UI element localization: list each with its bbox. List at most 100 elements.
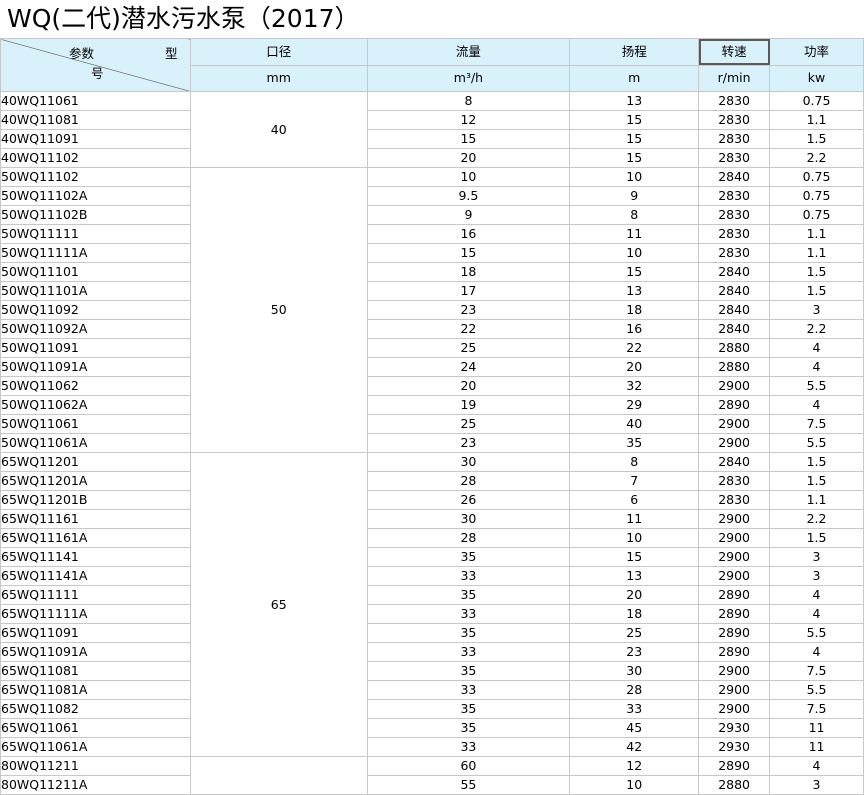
column-header-power[interactable]: 功率	[769, 38, 864, 66]
cell-power[interactable]: 4	[769, 604, 864, 624]
cell-speed[interactable]: 2840	[698, 452, 771, 472]
cell-power[interactable]: 1.1	[769, 243, 864, 263]
cell-power[interactable]: 2.2	[769, 148, 864, 168]
cell-speed[interactable]: 2830	[698, 148, 771, 168]
cell-speed[interactable]: 2900	[698, 566, 771, 586]
cell-model[interactable]: 50WQ11061	[0, 414, 191, 434]
cell-flow[interactable]: 35	[366, 699, 571, 719]
cell-power[interactable]: 5.5	[769, 376, 864, 396]
cell-flow[interactable]: 33	[366, 642, 571, 662]
cell-diameter-merged[interactable]: 50	[189, 167, 368, 453]
cell-speed[interactable]: 2830	[698, 205, 771, 225]
cell-head[interactable]: 15	[569, 148, 700, 168]
cell-model[interactable]: 65WQ11081A	[0, 680, 191, 700]
cell-model[interactable]: 50WQ11092	[0, 300, 191, 320]
cell-model[interactable]: 65WQ11201	[0, 452, 191, 472]
cell-power[interactable]: 3	[769, 566, 864, 586]
cell-model[interactable]: 50WQ11062A	[0, 395, 191, 415]
cell-power[interactable]: 4	[769, 642, 864, 662]
cell-power[interactable]: 5.5	[769, 623, 864, 643]
cell-model[interactable]: 40WQ11061	[0, 91, 191, 111]
cell-flow[interactable]: 8	[366, 91, 571, 111]
cell-speed[interactable]: 2880	[698, 357, 771, 377]
cell-flow[interactable]: 28	[366, 528, 571, 548]
cell-head[interactable]: 10	[569, 167, 700, 187]
cell-head[interactable]: 35	[569, 433, 700, 453]
cell-power[interactable]: 0.75	[769, 91, 864, 111]
cell-flow[interactable]: 15	[366, 129, 571, 149]
cell-head[interactable]: 18	[569, 300, 700, 320]
corner-header-cell[interactable]: 参数 型 号	[0, 38, 191, 92]
cell-power[interactable]: 1.5	[769, 528, 864, 548]
cell-power[interactable]: 2.2	[769, 319, 864, 339]
cell-head[interactable]: 13	[569, 91, 700, 111]
cell-head[interactable]: 30	[569, 661, 700, 681]
cell-flow[interactable]: 20	[366, 376, 571, 396]
unit-cell-diameter[interactable]: mm	[189, 64, 368, 92]
cell-model[interactable]: 80WQ11211	[0, 756, 191, 776]
cell-speed[interactable]: 2900	[698, 680, 771, 700]
cell-head[interactable]: 12	[569, 756, 700, 776]
cell-power[interactable]: 0.75	[769, 186, 864, 206]
cell-power[interactable]: 7.5	[769, 414, 864, 434]
cell-flow[interactable]: 9	[366, 205, 571, 225]
cell-model[interactable]: 80WQ11211A	[0, 775, 191, 795]
cell-power[interactable]: 4	[769, 585, 864, 605]
cell-flow[interactable]: 35	[366, 661, 571, 681]
unit-cell-speed[interactable]: r/min	[698, 64, 771, 92]
cell-power[interactable]: 1.5	[769, 262, 864, 282]
cell-flow[interactable]: 19	[366, 395, 571, 415]
cell-flow[interactable]: 60	[366, 756, 571, 776]
column-header-head[interactable]: 扬程	[569, 38, 700, 66]
cell-power[interactable]: 1.1	[769, 490, 864, 510]
cell-model[interactable]: 40WQ11091	[0, 129, 191, 149]
cell-head[interactable]: 16	[569, 319, 700, 339]
cell-model[interactable]: 50WQ11111A	[0, 243, 191, 263]
unit-cell-power[interactable]: kw	[769, 64, 864, 92]
cell-head[interactable]: 22	[569, 338, 700, 358]
cell-speed[interactable]: 2900	[698, 433, 771, 453]
cell-speed[interactable]: 2840	[698, 300, 771, 320]
cell-model[interactable]: 50WQ11102B	[0, 205, 191, 225]
cell-model[interactable]: 50WQ11062	[0, 376, 191, 396]
cell-head[interactable]: 6	[569, 490, 700, 510]
cell-head[interactable]: 10	[569, 243, 700, 263]
cell-speed[interactable]: 2880	[698, 338, 771, 358]
cell-model[interactable]: 40WQ11081	[0, 110, 191, 130]
cell-flow[interactable]: 16	[366, 224, 571, 244]
cell-speed[interactable]: 2830	[698, 110, 771, 130]
cell-model[interactable]: 65WQ11082	[0, 699, 191, 719]
cell-power[interactable]: 7.5	[769, 661, 864, 681]
cell-head[interactable]: 20	[569, 585, 700, 605]
cell-power[interactable]: 0.75	[769, 167, 864, 187]
cell-head[interactable]: 9	[569, 186, 700, 206]
cell-power[interactable]: 1.1	[769, 110, 864, 130]
cell-head[interactable]: 45	[569, 718, 700, 738]
cell-flow[interactable]: 20	[366, 148, 571, 168]
column-header-diameter[interactable]: 口径	[189, 38, 368, 66]
cell-head[interactable]: 42	[569, 737, 700, 757]
cell-flow[interactable]: 33	[366, 604, 571, 624]
cell-head[interactable]: 40	[569, 414, 700, 434]
cell-head[interactable]: 8	[569, 205, 700, 225]
cell-head[interactable]: 28	[569, 680, 700, 700]
cell-flow[interactable]: 10	[366, 167, 571, 187]
cell-speed[interactable]: 2830	[698, 129, 771, 149]
cell-head[interactable]: 13	[569, 281, 700, 301]
cell-flow[interactable]: 25	[366, 338, 571, 358]
cell-flow[interactable]: 28	[366, 471, 571, 491]
cell-model[interactable]: 65WQ11201A	[0, 471, 191, 491]
cell-power[interactable]: 1.5	[769, 129, 864, 149]
cell-power[interactable]: 4	[769, 395, 864, 415]
cell-speed[interactable]: 2840	[698, 262, 771, 282]
cell-head[interactable]: 23	[569, 642, 700, 662]
cell-flow[interactable]: 30	[366, 509, 571, 529]
cell-flow[interactable]: 35	[366, 547, 571, 567]
cell-speed[interactable]: 2830	[698, 490, 771, 510]
cell-flow[interactable]: 35	[366, 585, 571, 605]
unit-cell-flow[interactable]: m³/h	[366, 64, 571, 92]
cell-speed[interactable]: 2890	[698, 642, 771, 662]
cell-power[interactable]: 0.75	[769, 205, 864, 225]
cell-speed[interactable]: 2890	[698, 395, 771, 415]
cell-power[interactable]: 11	[769, 737, 864, 757]
